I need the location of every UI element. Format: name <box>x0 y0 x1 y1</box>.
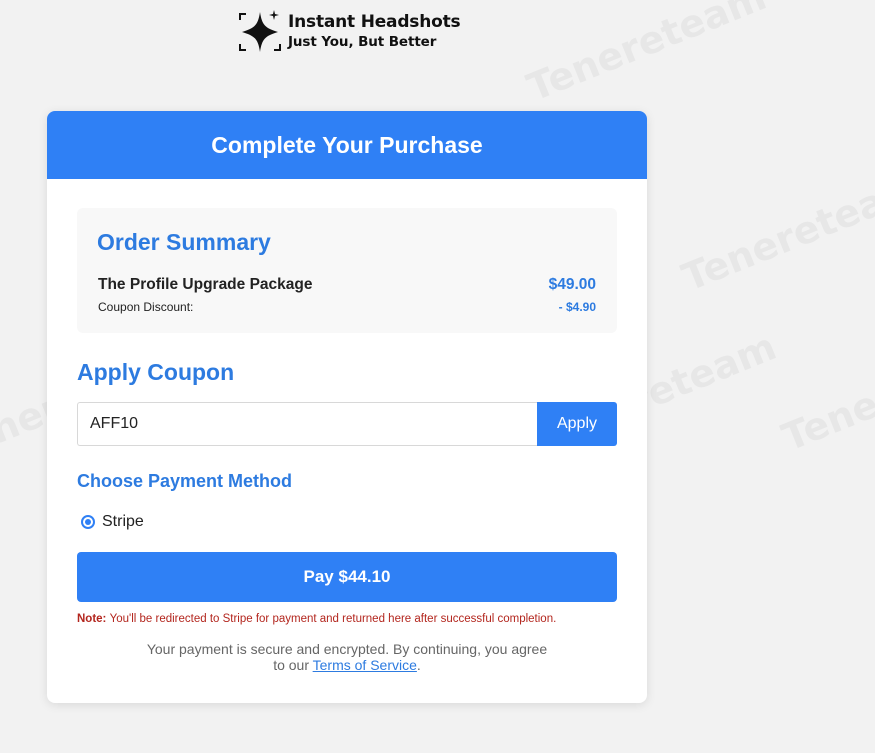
pay-button[interactable]: Pay $44.10 <box>77 552 617 602</box>
secure-line-2: to our Terms of Service. <box>77 657 617 673</box>
card-header: Complete Your Purchase <box>47 111 647 179</box>
watermark-text: Tenereteam <box>776 324 875 460</box>
watermark-text: Tenereteam <box>521 0 772 110</box>
order-summary-title: Order Summary <box>97 229 271 255</box>
redirect-note: Note: You'll be redirected to Stripe for… <box>77 613 617 625</box>
payment-method-title: Choose Payment Method <box>77 471 293 491</box>
item-price: $49.00 <box>548 276 596 293</box>
sparkle-logo-icon <box>239 10 281 52</box>
order-item-row: The Profile Upgrade Package $49.00 <box>98 276 596 294</box>
secure-line-2-prefix: to our <box>273 657 313 673</box>
order-summary-panel: Order Summary The Profile Upgrade Packag… <box>77 208 617 333</box>
brand-tagline: Just You, But Better <box>288 34 437 51</box>
brand-name: Instant Headshots <box>288 12 461 33</box>
apply-coupon-button[interactable]: Apply <box>537 402 617 446</box>
coupon-code-input[interactable] <box>77 402 538 446</box>
item-name: The Profile Upgrade Package <box>98 276 313 293</box>
brand-logo: Instant Headshots Just You, But Better <box>236 8 461 56</box>
apply-coupon-title: Apply Coupon <box>77 359 235 385</box>
stripe-radio[interactable] <box>81 515 95 529</box>
watermark-text: Tenereteam <box>676 164 875 300</box>
note-prefix: Note: <box>77 613 110 625</box>
note-text: You'll be redirected to Stripe for payme… <box>109 613 557 625</box>
secure-line-2-suffix: . <box>416 657 421 673</box>
payment-option-stripe[interactable]: Stripe <box>81 513 144 531</box>
secure-line-1: Your payment is secure and encrypted. By… <box>146 641 548 657</box>
payment-option-label[interactable]: Stripe <box>102 513 144 531</box>
radio-selected-dot <box>85 519 91 525</box>
terms-of-service-link[interactable]: Terms of Service <box>313 657 417 673</box>
coupon-discount-value: - $4.90 <box>558 300 596 314</box>
coupon-discount-row: Coupon Discount: - $4.90 <box>98 300 596 314</box>
coupon-discount-label: Coupon Discount: <box>98 300 194 314</box>
purchase-card: Complete Your Purchase Order Summary The… <box>47 111 647 703</box>
page-title: Complete Your Purchase <box>211 131 483 158</box>
secure-payment-text: Your payment is secure and encrypted. By… <box>77 641 617 673</box>
